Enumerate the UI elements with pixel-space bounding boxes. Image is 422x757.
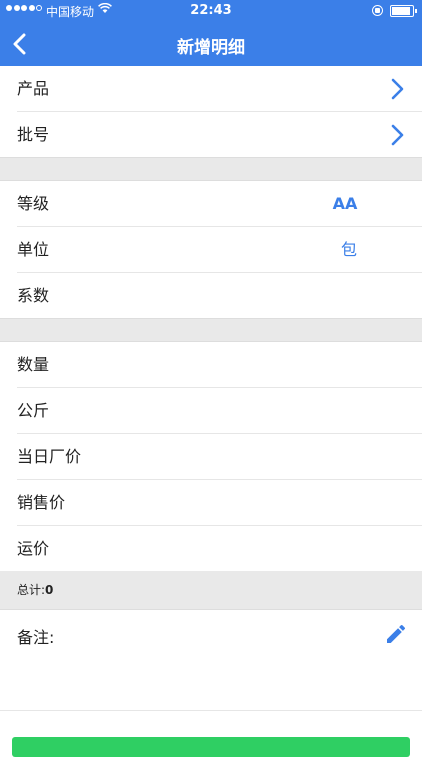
navigation-bar: 中国移动 22:43 新增明细 [0, 0, 422, 66]
factory-price-row[interactable]: 当日厂价 [17, 434, 422, 480]
sale-price-row[interactable]: 销售价 [17, 480, 422, 526]
quantity-label: 数量 [17, 355, 50, 374]
coefficient-row[interactable]: 系数 [0, 273, 422, 318]
total-bar: 总计:0 [0, 571, 422, 610]
total-value: 0 [45, 583, 54, 597]
grade-row[interactable]: 等级 AA [17, 181, 422, 227]
product-label: 产品 [17, 79, 50, 98]
unit-row[interactable]: 单位 包 [17, 227, 422, 273]
page-title: 新增明细 [177, 38, 245, 58]
unit-value: 包 [340, 240, 357, 259]
coefficient-label: 系数 [17, 286, 50, 305]
save-button[interactable] [12, 737, 410, 757]
remark-field[interactable]: 备注: [0, 610, 422, 711]
rotation-lock-icon [372, 5, 383, 16]
pencil-icon[interactable] [384, 622, 408, 646]
chevron-right-icon[interactable] [390, 124, 404, 146]
freight-row[interactable]: 运价 [0, 526, 422, 571]
product-row[interactable]: 产品 [17, 66, 422, 112]
sale-price-label: 销售价 [17, 493, 66, 512]
section-divider [0, 318, 422, 342]
section-divider [0, 157, 422, 181]
grade-value: AA [332, 194, 358, 213]
factory-price-label: 当日厂价 [17, 447, 82, 466]
batch-number-row[interactable]: 批号 [0, 112, 422, 157]
unit-label: 单位 [17, 240, 50, 259]
total-label: 总计: [17, 583, 46, 597]
grade-label: 等级 [17, 194, 50, 213]
kilogram-label: 公斤 [17, 401, 50, 420]
quantity-row[interactable]: 数量 [17, 342, 422, 388]
batch-number-label: 批号 [17, 125, 50, 144]
freight-label: 运价 [17, 539, 50, 558]
battery-icon [390, 5, 417, 17]
remark-label: 备注: [17, 628, 55, 647]
form-content: 产品 批号 等级 AA 单位 包 系数 数量 公斤 当日厂价 销售价 运价 总计… [0, 66, 422, 711]
status-time: 22:43 [190, 3, 232, 18]
status-bar: 中国移动 22:43 [0, 0, 422, 22]
kilogram-row[interactable]: 公斤 [17, 388, 422, 434]
chevron-right-icon[interactable] [390, 78, 404, 100]
